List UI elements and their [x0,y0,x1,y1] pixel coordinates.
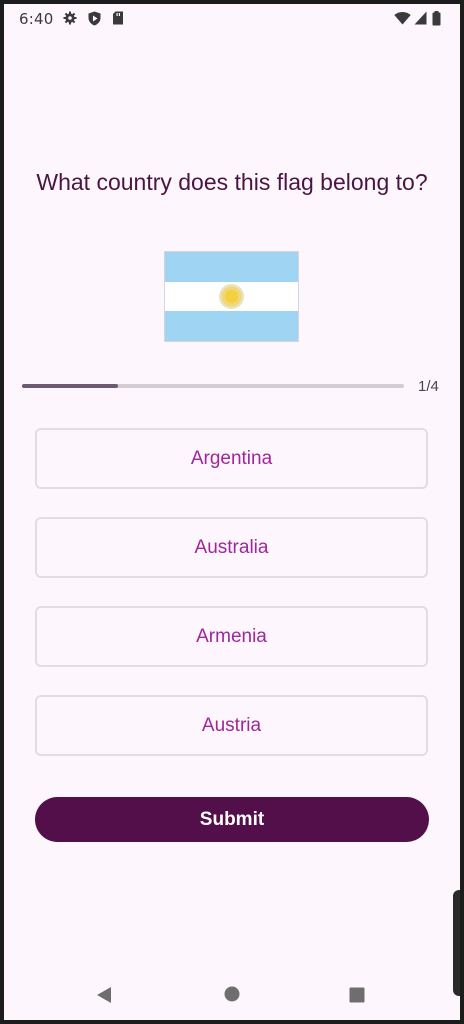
sun-of-may-icon [219,284,244,309]
question-text: What country does this flag belong to? [36,169,428,195]
shield-play-icon [88,11,101,26]
home-circle-icon[interactable] [224,986,240,1002]
option-argentina-button[interactable]: Argentina [35,428,428,489]
option-australia-button[interactable]: Australia [35,517,428,578]
option-austria-button[interactable]: Austria [35,695,428,756]
sd-card-icon [113,11,123,25]
battery-icon [432,11,441,26]
progress-bar [22,384,404,388]
flag-top-stripe [165,252,298,282]
progress-fill [22,384,118,388]
submit-button[interactable]: Submit [35,797,429,842]
option-armenia-button[interactable]: Armenia [35,606,428,667]
flag-bottom-stripe [165,311,298,341]
status-bar: 6:40 [4,4,460,34]
navigation-bar [4,966,460,1020]
app-screen: 6:40 What country does this flag belong … [4,4,460,1020]
argentina-flag [165,252,298,341]
wifi-icon [394,12,411,25]
recents-square-icon[interactable] [349,987,365,1003]
back-triangle-icon[interactable] [96,986,112,1004]
status-time: 6:40 [19,10,54,28]
settings-gear-icon [63,11,77,25]
signal-icon [414,11,427,25]
progress-counter: 1/4 [418,378,439,395]
